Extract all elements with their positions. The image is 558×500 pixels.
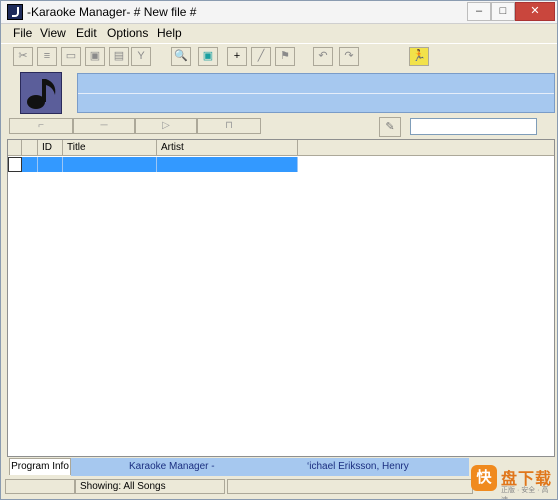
table-cell-id[interactable] [38, 157, 63, 172]
menu-help[interactable]: Help [157, 26, 182, 40]
showing-status: Showing: All Songs [75, 479, 225, 494]
menu-file[interactable]: File [13, 26, 32, 40]
cut-icon[interactable]: ✂ [13, 47, 33, 66]
column-header-title[interactable]: Title [63, 140, 157, 156]
prev-icon[interactable]: ─ [73, 118, 135, 134]
column-header-blank[interactable] [22, 140, 38, 156]
program-info-tab[interactable]: Program Info [9, 458, 71, 475]
ticker-left-text: Karaoke Manager - [129, 461, 215, 472]
song-grid[interactable]: ID Title Artist [7, 139, 555, 457]
column-header-selector[interactable] [8, 140, 22, 156]
watermark-logo: 快 盘下载 正版 · 安全 · 高速 [471, 463, 555, 499]
folder-edit-icon[interactable]: ▤ [109, 47, 129, 66]
monitor-icon[interactable]: ▣ [198, 47, 218, 66]
status-pane-right [227, 479, 473, 494]
song-info-panel [77, 73, 555, 113]
menu-bar: File View Edit Options Help [1, 24, 557, 42]
column-header-id[interactable]: ID [38, 140, 63, 156]
minimize-button[interactable]: – [467, 2, 491, 21]
main-toolbar: ✂ ≡ ▭ ▣ ▤ Y 🔍 ▣ + ╱ ⚑ ↶ ↷ 🏃 [1, 43, 557, 71]
app-window: -Karaoke Manager- # New file # – □ ✕ Fil… [0, 0, 558, 500]
info-ticker: Karaoke Manager - ‘ichael Eriksson, Henr… [71, 458, 469, 476]
line-icon[interactable]: ╱ [251, 47, 271, 66]
first-icon[interactable]: ⌐ [9, 118, 73, 134]
window-title: -Karaoke Manager- # New file # [27, 5, 197, 19]
folder-icon[interactable]: ▭ [61, 47, 81, 66]
next-icon[interactable]: ⊓ [197, 118, 261, 134]
filter-icon[interactable]: Y [131, 47, 151, 66]
info-divider [78, 93, 554, 94]
flag-icon[interactable]: ⚑ [275, 47, 295, 66]
undo-icon[interactable]: ↶ [313, 47, 333, 66]
music-note-icon [20, 72, 62, 114]
table-cell[interactable] [22, 157, 38, 172]
exit-icon[interactable]: 🏃 [409, 47, 429, 66]
watermark-badge: 快 [471, 465, 497, 491]
menu-edit[interactable]: Edit [76, 26, 97, 40]
ticker-right-text: ‘ichael Eriksson, Henry [307, 461, 409, 472]
search-icon[interactable]: 🔍 [171, 47, 191, 66]
song-header [1, 70, 557, 116]
add-icon[interactable]: + [227, 47, 247, 66]
menu-view[interactable]: View [40, 26, 66, 40]
table-cell-artist[interactable] [157, 157, 298, 172]
maximize-button[interactable]: □ [491, 2, 515, 21]
search-tool-icon[interactable]: ✎ [379, 117, 401, 137]
search-input[interactable] [410, 118, 537, 135]
column-header-artist[interactable]: Artist [157, 140, 298, 156]
close-button[interactable]: ✕ [515, 2, 555, 21]
table-cell-title[interactable] [63, 157, 157, 172]
play-icon[interactable]: ▷ [135, 118, 197, 134]
status-pane-empty [5, 479, 75, 494]
menu-options[interactable]: Options [107, 26, 148, 40]
row-selector[interactable] [8, 157, 22, 172]
column-header-spacer [298, 140, 554, 156]
watermark-subtitle: 正版 · 安全 · 高速 [501, 487, 549, 499]
folder-up-icon[interactable]: ▣ [85, 47, 105, 66]
tree-icon[interactable]: ≡ [37, 47, 57, 66]
redo-icon[interactable]: ↷ [339, 47, 359, 66]
app-music-icon [7, 4, 23, 20]
title-bar[interactable]: -Karaoke Manager- # New file # – □ ✕ [1, 1, 557, 24]
